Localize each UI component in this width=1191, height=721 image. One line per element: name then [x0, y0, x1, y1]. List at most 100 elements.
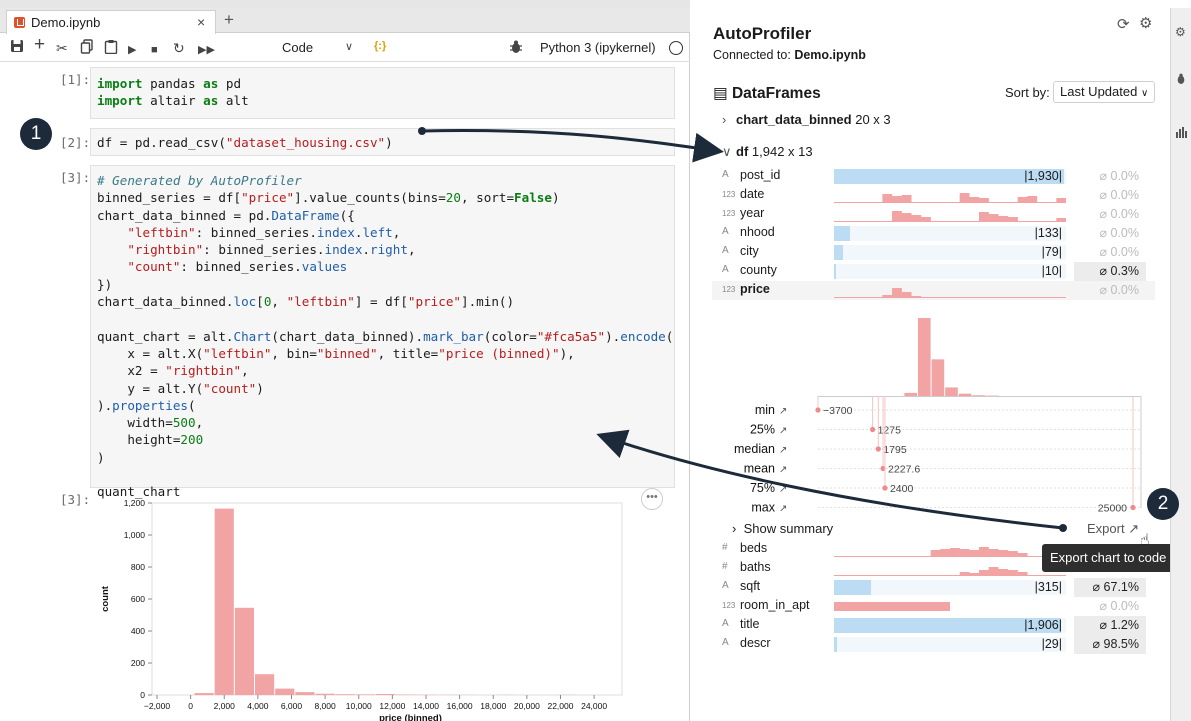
column-name: room_in_apt — [740, 598, 810, 612]
chevron-down-icon: ∨ — [1140, 88, 1149, 99]
chevron-right-icon[interactable]: › — [722, 112, 736, 127]
chevron-down-icon[interactable]: ∨ — [722, 144, 736, 160]
hist-bar — [969, 197, 980, 202]
notebook-tab[interactable]: Demo.ipynb × — [6, 10, 216, 34]
chevron-down-icon[interactable]: ∨ — [345, 40, 353, 53]
column-row-county[interactable]: Acounty |10| ⌀ 0.3% — [712, 262, 1155, 281]
code-text[interactable]: # Generated by AutoProfiler binned_serie… — [97, 172, 673, 501]
column-name: year — [740, 206, 765, 220]
column-row-sqft[interactable]: Asqft |315| ⌀ 67.1% — [712, 578, 1155, 597]
column-viz — [834, 188, 1067, 203]
column-row-city[interactable]: Acity |79| ⌀ 0.0% — [712, 243, 1155, 262]
code-cell[interactable]: import pandas as pd import altair as alt — [90, 67, 675, 119]
stat-label: min — [755, 403, 775, 417]
debugger-icon[interactable] — [1176, 73, 1186, 88]
null-percent: ⌀ 0.0% — [1099, 188, 1140, 202]
price-detail-chart: min ↗ −3700 25% ↗ 1275 median ↗ 1795 mean ↗ 2227.6 7… — [734, 318, 1142, 515]
hist-bar — [1056, 218, 1067, 221]
hist-bar — [979, 547, 989, 556]
panel-title: AutoProfiler — [713, 24, 812, 43]
column-row-descr[interactable]: Adescr |29| ⌀ 98.5% — [712, 635, 1155, 654]
x-tick-label: 2,000 — [214, 701, 236, 711]
value-bar — [834, 602, 950, 611]
hist-bar — [882, 295, 893, 297]
stat-value: 2400 — [890, 483, 914, 495]
column-viz — [834, 542, 1066, 557]
restart-icon[interactable]: ↻ — [173, 39, 185, 57]
run-icon[interactable]: ▶ — [128, 41, 136, 59]
dataframe-name: chart_data_binned — [736, 112, 852, 127]
add-cell-icon[interactable]: + — [34, 35, 45, 54]
refresh-icon[interactable]: ⟳ — [1117, 15, 1130, 33]
null-percent: ⌀ 0.0% — [1099, 283, 1140, 297]
cell-type-select[interactable]: Code — [282, 40, 313, 55]
settings-icon[interactable]: ⚙ — [1175, 25, 1186, 39]
export-button[interactable]: Export ↗ — [1087, 521, 1139, 537]
hist-bar — [979, 212, 989, 221]
dataframe-shape: 20 x 3 — [855, 112, 891, 127]
column-viz — [834, 599, 1066, 614]
x-tick-label: 12,000 — [379, 701, 405, 711]
kernel-status-icon — [669, 41, 683, 55]
column-viz: |1,906| — [834, 618, 1066, 633]
unique-count: |315| — [1034, 580, 1062, 594]
column-row-price[interactable]: 123 price ⌀ 0.0% — [712, 281, 1155, 300]
column-viz — [834, 283, 1066, 298]
dataframes-header: ▤ DataFrames — [713, 84, 821, 103]
histogram — [834, 193, 1067, 203]
stat-value: 2227.6 — [888, 464, 920, 476]
close-icon[interactable]: × — [197, 14, 205, 30]
show-summary-toggle[interactable]: › Show summary — [732, 521, 833, 536]
bar — [295, 692, 315, 695]
copy-icon[interactable] — [80, 39, 94, 54]
save-icon[interactable] — [10, 39, 24, 53]
annotation-badge-1: 1 — [20, 118, 52, 150]
notebook-toolbar: + ✂ ▶ ■ ↻ ▶▶ Code ∨ {:} Python 3 (ipyker… — [0, 34, 690, 62]
code-cell[interactable]: # Generated by AutoProfiler binned_serie… — [90, 165, 675, 499]
column-viz: |10| — [834, 264, 1066, 279]
code-text[interactable]: df = pd.read_csv("dataset_housing.csv") — [97, 134, 393, 151]
connection-status: Connected to: Demo.ipynb — [713, 48, 866, 62]
stat-label: mean — [744, 462, 775, 476]
hist-bar — [940, 549, 951, 556]
profiler-icon[interactable] — [1176, 126, 1187, 141]
code-text[interactable]: import pandas as pd import altair as alt — [97, 75, 249, 110]
x-tick-label: 0 — [188, 701, 193, 711]
new-tab-button[interactable]: + — [224, 11, 234, 29]
hist-bar — [892, 288, 902, 297]
column-row-title[interactable]: Atitle |1,906| ⌀ 1.2% — [712, 616, 1155, 635]
restart-run-all-icon[interactable]: ▶▶ — [198, 41, 215, 59]
stop-icon[interactable]: ■ — [151, 41, 158, 59]
column-row-date[interactable]: 123 date ⌀ 0.0% — [712, 186, 1155, 205]
hist-bar — [959, 572, 970, 575]
hist-bar — [901, 195, 912, 202]
sort-select[interactable]: Last Updated ∨ — [1053, 81, 1156, 103]
cut-icon[interactable]: ✂ — [56, 39, 68, 57]
y-tick-label: 1,200 — [124, 498, 146, 508]
stat-value: 25000 — [1098, 503, 1127, 515]
hist-bar — [892, 196, 902, 202]
column-type-icon: A — [722, 245, 729, 256]
paste-icon[interactable] — [104, 39, 118, 54]
external-link-icon: ↗ — [779, 484, 787, 495]
column-row-year[interactable]: 123 year ⌀ 0.0% — [712, 205, 1155, 224]
hist-bar — [1056, 198, 1067, 202]
hist-bar — [998, 550, 1009, 556]
unique-track — [834, 637, 1066, 652]
dataframe-row[interactable]: › chart_data_binned 20 x 3 — [722, 112, 891, 127]
kernel-name[interactable]: Python 3 (ipykernel) — [540, 40, 656, 55]
gear-icon[interactable]: ⚙ — [1139, 14, 1152, 32]
code-cell[interactable]: df = pd.read_csv("dataset_housing.csv") — [90, 128, 675, 156]
column-row-room-in-apt[interactable]: 123 room_in_apt ⌀ 0.0% — [712, 597, 1155, 616]
unique-count: |1,930| — [1024, 169, 1062, 183]
unique-count: |1,906| — [1024, 618, 1062, 632]
null-percent: ⌀ 0.0% — [1099, 245, 1140, 259]
more-actions-icon[interactable]: ••• — [641, 488, 663, 510]
column-viz: |1,930| — [834, 169, 1066, 184]
variables-icon[interactable]: {:} — [374, 40, 386, 52]
dataframe-row[interactable]: ∨ df 1,942 x 13 — [722, 144, 813, 160]
column-row-post-id[interactable]: Apost_id |1,930| ⌀ 0.0% — [712, 167, 1155, 186]
column-row-nhood[interactable]: Anhood |133| ⌀ 0.0% — [712, 224, 1155, 243]
debugger-icon[interactable] — [510, 40, 522, 57]
hist-bar — [988, 567, 999, 575]
